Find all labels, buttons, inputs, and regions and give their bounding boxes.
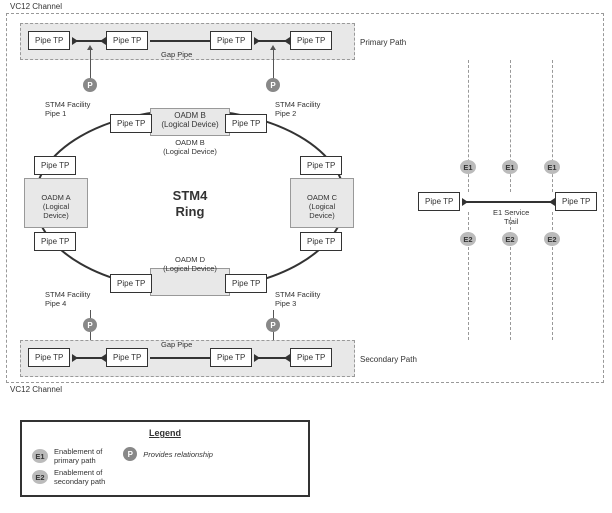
ring-title-1: STM4 (155, 188, 225, 203)
pipe-tp: Pipe TP (34, 156, 76, 175)
pipe-tp: Pipe TP (106, 31, 148, 50)
oadm-b-caption: OADM B (Logical Device) (155, 138, 225, 156)
pipe-tp: Pipe TP (225, 114, 267, 133)
e1-badge: E1 (544, 160, 560, 174)
pipe-tp: Pipe TP (110, 274, 152, 293)
arrowhead-icon (254, 354, 260, 362)
pipe-tp: Pipe TP (225, 274, 267, 293)
legend-e1-text: Enablement of primary path (54, 447, 102, 465)
arrowhead-icon (100, 37, 106, 45)
pipe-tp: Pipe TP (418, 192, 460, 211)
arrowhead-icon (284, 354, 290, 362)
pipe-tp: Pipe TP (290, 348, 332, 367)
arrowhead-icon (549, 198, 555, 206)
stm4-pipe3-label: STM4 Facility Pipe 3 (275, 290, 320, 308)
legend-box: Legend E1 Enablement of primary path E2 … (20, 420, 310, 497)
secondary-path-label: Secondary Path (360, 355, 417, 364)
stm4-pipe4-label: STM4 Facility Pipe 4 (45, 290, 90, 308)
connector (150, 40, 210, 42)
legend-title: Legend (32, 428, 298, 438)
pipe-tp: Pipe TP (300, 156, 342, 175)
provides-badge: P (83, 78, 97, 92)
connector (150, 357, 210, 359)
p-badge-legend: P (123, 447, 137, 461)
arrowhead-icon (284, 37, 290, 45)
pipe-tp: Pipe TP (106, 348, 148, 367)
arrowhead-icon (72, 37, 78, 45)
e2-badge: E2 (502, 232, 518, 246)
pipe-tp: Pipe TP (28, 348, 70, 367)
arrowhead-icon (462, 198, 468, 206)
pipe-tp: Pipe TP (555, 192, 597, 211)
oadm-d-caption: OADM D (Logical Device) (155, 255, 225, 273)
vc12-label-bottom: VC12 Channel (10, 385, 62, 394)
e2-badge: E2 (460, 232, 476, 246)
gap-pipe-label-bottom: Gap Pipe (161, 340, 192, 349)
arrowhead-icon (254, 37, 260, 45)
pipe-tp: Pipe TP (300, 232, 342, 251)
oadm-c-caption: OADM C (Logical Device) (296, 193, 348, 220)
legend-e2-text: Enablement of secondary path (54, 468, 105, 486)
pipe-tp: Pipe TP (210, 348, 252, 367)
pipe-tp: Pipe TP (210, 31, 252, 50)
legend-p-text: Provides relationship (143, 450, 213, 459)
e1-badge: E1 (460, 160, 476, 174)
provides-badge: P (83, 318, 97, 332)
provides-badge: P (266, 78, 280, 92)
provides-line (90, 50, 91, 80)
pipe-tp: Pipe TP (34, 232, 76, 251)
e1-badge: E1 (502, 160, 518, 174)
provides-badge: P (266, 318, 280, 332)
arrowhead-icon (72, 354, 78, 362)
oadm-b: OADM B (Logical Device) (150, 108, 230, 136)
primary-path-label: Primary Path (360, 38, 406, 47)
provides-line (273, 50, 274, 80)
e2-badge-legend: E2 (32, 470, 48, 484)
e1-service-label: E1 Service Trail (493, 208, 529, 226)
vc12-label-top: VC12 Channel (10, 2, 62, 11)
pipe-tp: Pipe TP (290, 31, 332, 50)
gap-pipe-label-top: Gap Pipe (161, 50, 192, 59)
arrowhead-icon (100, 354, 106, 362)
ring-title-2: Ring (155, 204, 225, 219)
pipe-tp: Pipe TP (110, 114, 152, 133)
e1-trail-line (462, 201, 555, 203)
e2-badge: E2 (544, 232, 560, 246)
e1-badge-legend: E1 (32, 449, 48, 463)
oadm-a-caption: OADM A (Logical Device) (30, 193, 82, 220)
pipe-tp: Pipe TP (28, 31, 70, 50)
